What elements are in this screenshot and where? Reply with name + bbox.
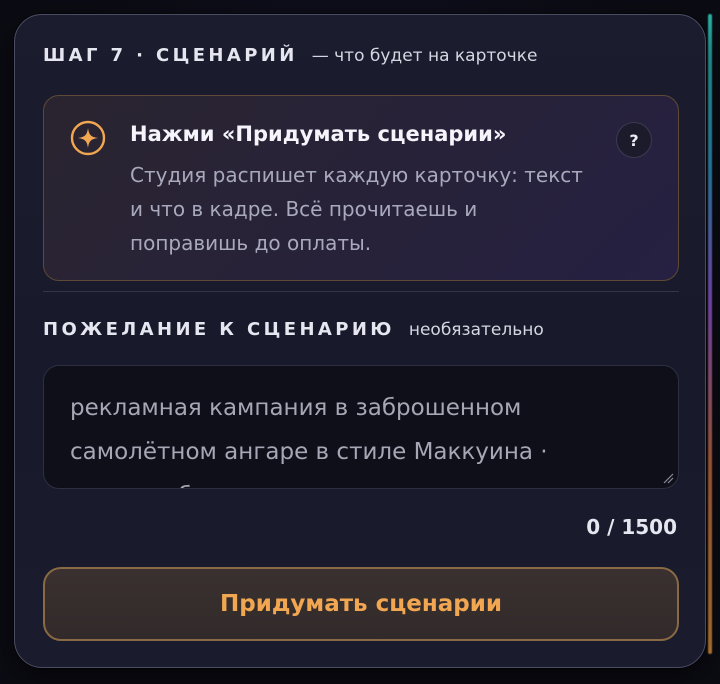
hint-box: Нажми «Придумать сценарии» Студия распиш…	[43, 95, 679, 281]
wish-placeholder: рекламная кампания в заброшенном самолёт…	[70, 395, 548, 488]
wish-header: ПОЖЕЛАНИЕ К СЦЕНАРИЮ необязательно	[43, 319, 544, 340]
step-title: ШАГ 7 · СЦЕНАРИЙ	[43, 45, 298, 66]
step-subtitle: — что будет на карточке	[311, 46, 538, 66]
hint-title: Нажми «Придумать сценарии»	[130, 122, 507, 146]
hint-body: Студия распишет каждую карточку: текст и…	[130, 163, 583, 255]
wish-title: ПОЖЕЛАНИЕ К СЦЕНАРИЮ	[43, 319, 395, 340]
accent-glow-edge	[708, 14, 712, 654]
help-button[interactable]: ?	[616, 122, 652, 158]
wish-textarea[interactable]: рекламная кампания в заброшенном самолёт…	[43, 365, 679, 489]
script-step-card: ШАГ 7 · СЦЕНАРИЙ — что будет на карточке…	[14, 14, 706, 668]
char-counter: 0 / 1500	[586, 515, 677, 539]
sparkle-icon	[70, 120, 106, 156]
step-header: ШАГ 7 · СЦЕНАРИЙ — что будет на карточке	[43, 45, 537, 66]
generate-scripts-button[interactable]: Придумать сценарии	[43, 567, 679, 641]
wish-optional-label: необязательно	[408, 320, 544, 340]
section-divider	[43, 291, 679, 292]
generate-scripts-label: Придумать сценарии	[220, 591, 502, 617]
resize-grip-icon[interactable]	[662, 472, 674, 484]
page: ШАГ 7 · СЦЕНАРИЙ — что будет на карточке…	[0, 0, 720, 684]
